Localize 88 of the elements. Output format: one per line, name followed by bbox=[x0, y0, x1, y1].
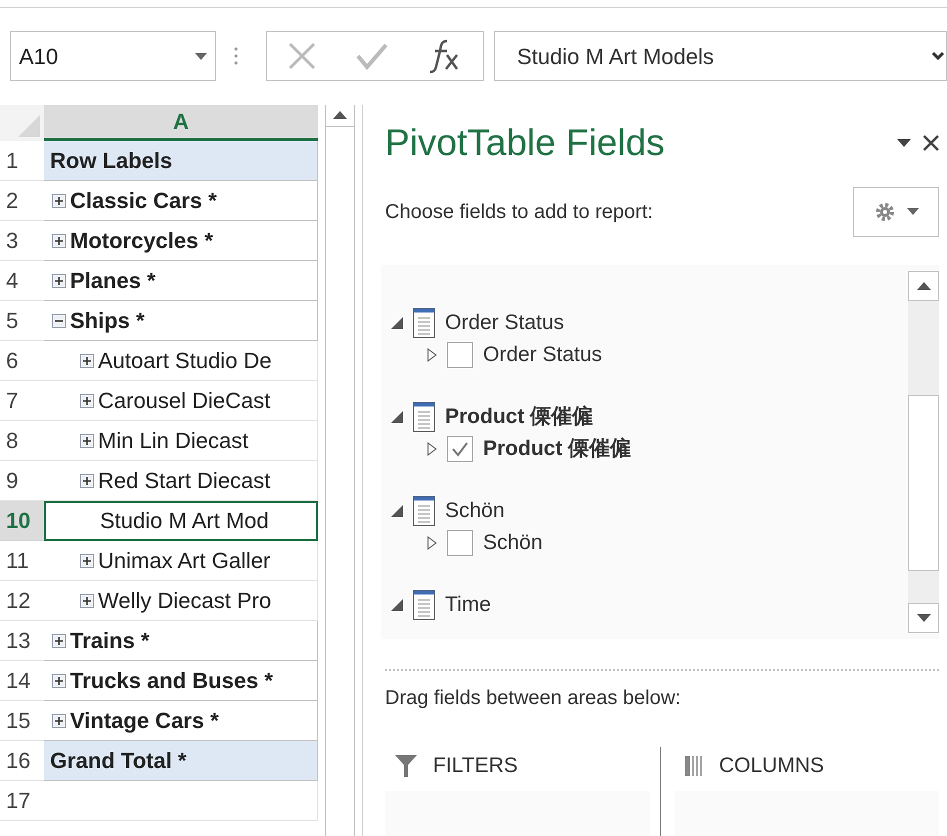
more-icon bbox=[234, 46, 238, 66]
row-number[interactable]: 5 bbox=[0, 301, 44, 341]
expand-icon[interactable] bbox=[932, 51, 944, 61]
collapse-icon[interactable] bbox=[391, 410, 403, 422]
checkbox[interactable] bbox=[447, 530, 473, 556]
table-cell[interactable]: Autoart Studio De bbox=[44, 341, 318, 381]
columns-icon bbox=[685, 756, 703, 776]
row-number[interactable]: 8 bbox=[0, 421, 44, 461]
field-name[interactable]: Time bbox=[445, 588, 491, 620]
table-cell[interactable]: Trucks and Buses * bbox=[44, 661, 318, 701]
row-number[interactable]: 14 bbox=[0, 661, 44, 701]
table-icon bbox=[413, 308, 435, 338]
check-icon[interactable] bbox=[356, 42, 388, 70]
table-cell[interactable]: Motorcycles * bbox=[44, 221, 318, 261]
area-label: COLUMNS bbox=[719, 752, 824, 779]
up-arrow-icon[interactable] bbox=[916, 282, 930, 290]
expand-icon[interactable] bbox=[80, 474, 94, 488]
expand-icon[interactable] bbox=[80, 434, 94, 448]
expand-icon[interactable] bbox=[80, 554, 94, 568]
row-number[interactable]: 10 bbox=[0, 501, 44, 541]
close-icon[interactable] bbox=[923, 134, 939, 151]
panel-title: PivotTable Fields bbox=[385, 121, 665, 165]
checkbox[interactable] bbox=[447, 342, 473, 368]
area-label: FILTERS bbox=[433, 752, 518, 779]
down-arrow-icon[interactable] bbox=[916, 614, 930, 622]
expand-icon[interactable] bbox=[52, 674, 66, 688]
scroll-down-button[interactable] bbox=[908, 602, 939, 632]
table-icon bbox=[413, 590, 435, 620]
dropdown-icon[interactable] bbox=[897, 138, 911, 147]
row-number[interactable]: 3 bbox=[0, 221, 44, 261]
field-name[interactable]: Product 傈催僱 bbox=[445, 400, 594, 432]
field-name[interactable]: Order Status bbox=[445, 306, 564, 338]
table-cell[interactable]: Ships * bbox=[44, 301, 318, 341]
column-header[interactable]: A bbox=[44, 105, 318, 141]
row-number[interactable]: 4 bbox=[0, 261, 44, 301]
table-cell[interactable]: Row Labels bbox=[44, 141, 318, 181]
row-number[interactable]: 17 bbox=[0, 781, 44, 821]
table-cell[interactable]: Welly Diecast Pro bbox=[44, 581, 318, 621]
row-number[interactable]: 15 bbox=[0, 701, 44, 741]
table-cell[interactable]: Red Start Diecast bbox=[44, 461, 318, 501]
expand-icon[interactable] bbox=[52, 274, 66, 288]
expand-icon[interactable] bbox=[427, 442, 437, 456]
row-number[interactable]: 6 bbox=[0, 341, 44, 381]
field-label[interactable]: Schön bbox=[483, 526, 543, 558]
table-cell[interactable]: Min Lin Diecast bbox=[44, 421, 318, 461]
filter-icon bbox=[395, 754, 417, 776]
field-label[interactable]: Product 傈催僱 bbox=[483, 432, 632, 464]
checkbox[interactable] bbox=[447, 436, 473, 462]
scroll-up-button[interactable] bbox=[908, 270, 939, 300]
expand-icon[interactable] bbox=[52, 194, 66, 208]
row-number[interactable]: 13 bbox=[0, 621, 44, 661]
expand-icon[interactable] bbox=[52, 714, 66, 728]
expand-icon[interactable] bbox=[427, 536, 437, 550]
expand-icon[interactable] bbox=[52, 234, 66, 248]
table-cell[interactable]: Carousel DieCast bbox=[44, 381, 318, 421]
table-icon bbox=[413, 402, 435, 432]
row-number[interactable]: 11 bbox=[0, 541, 44, 581]
expand-icon[interactable] bbox=[427, 348, 437, 362]
table-cell[interactable]: Unimax Art Galler bbox=[44, 541, 318, 581]
expand-icon[interactable] bbox=[80, 354, 94, 368]
row-number[interactable]: 12 bbox=[0, 581, 44, 621]
collapse-icon[interactable] bbox=[52, 314, 66, 328]
name-box[interactable]: A10 bbox=[10, 31, 216, 81]
settings-button[interactable] bbox=[853, 186, 939, 236]
field-label[interactable]: Order Status bbox=[483, 338, 602, 370]
prompt-text: Choose fields to add to report: bbox=[385, 200, 653, 224]
expand-icon[interactable] bbox=[80, 394, 94, 408]
row-number[interactable]: 7 bbox=[0, 381, 44, 421]
dropdown-icon[interactable] bbox=[907, 208, 919, 215]
row-number[interactable]: 2 bbox=[0, 181, 44, 221]
table-icon bbox=[413, 496, 435, 526]
field-name[interactable]: Schön bbox=[445, 494, 505, 526]
expand-icon[interactable] bbox=[52, 634, 66, 648]
collapse-icon[interactable] bbox=[391, 316, 403, 328]
formula-field[interactable]: Studio M Art Models bbox=[494, 31, 947, 81]
table-cell[interactable]: Grand Total * bbox=[44, 741, 318, 781]
table-cell[interactable]: Trains * bbox=[44, 621, 318, 661]
table-cell[interactable]: Classic Cars * bbox=[44, 181, 318, 221]
collapse-icon[interactable] bbox=[391, 598, 403, 610]
table-cell[interactable]: Planes * bbox=[44, 261, 318, 301]
table-cell[interactable] bbox=[44, 781, 318, 821]
up-arrow-icon[interactable] bbox=[333, 110, 347, 118]
table-cell[interactable]: Studio M Art Mod bbox=[44, 501, 318, 541]
areas-prompt: Drag fields between areas below: bbox=[385, 686, 681, 708]
expand-icon[interactable] bbox=[80, 594, 94, 608]
dropdown-icon[interactable] bbox=[195, 52, 207, 60]
scroll-thumb[interactable] bbox=[908, 394, 939, 570]
collapse-icon[interactable] bbox=[391, 504, 403, 516]
